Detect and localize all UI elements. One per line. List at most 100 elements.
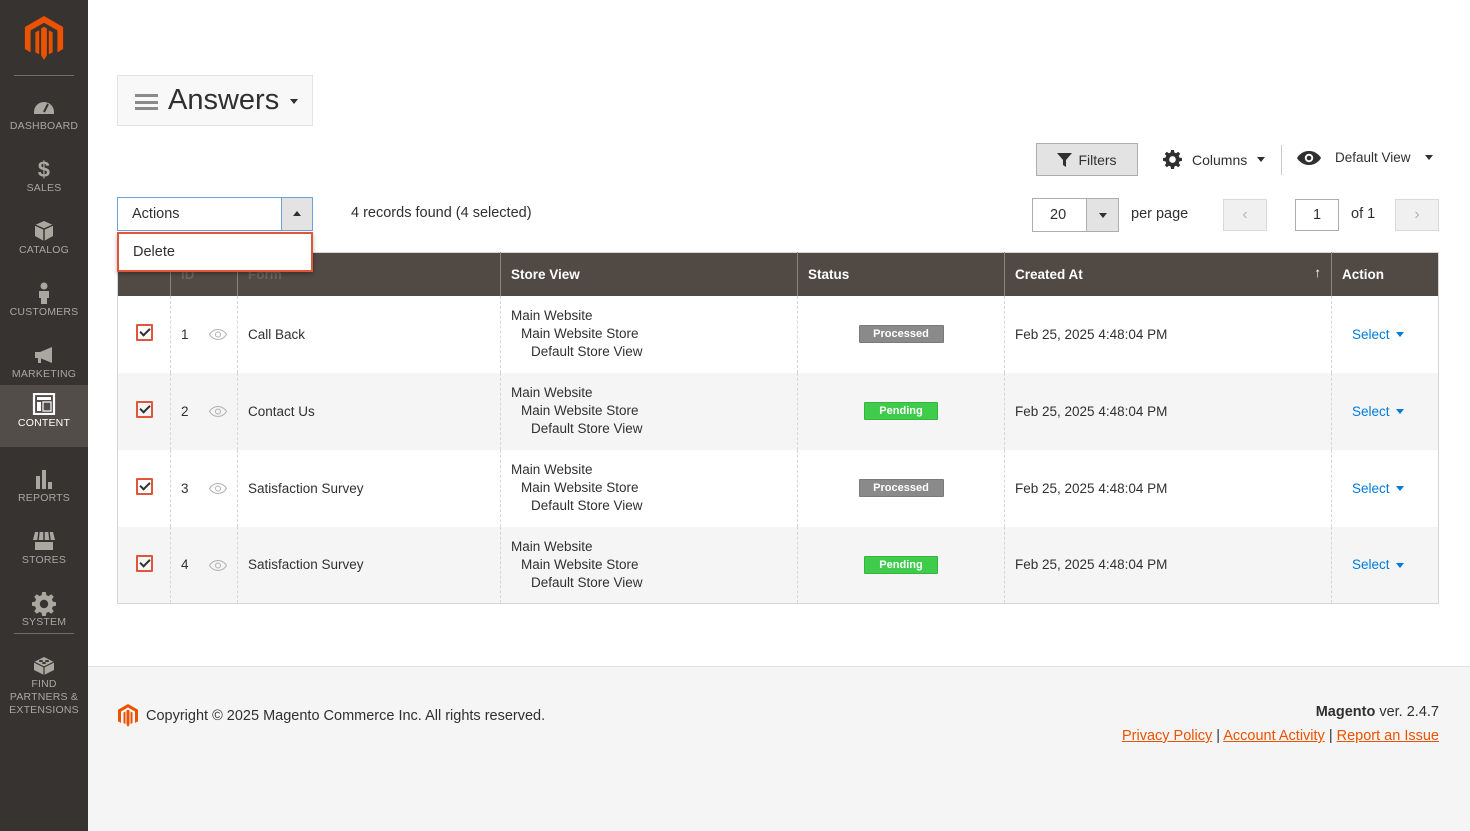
caret-down-icon [1099, 213, 1107, 218]
column-header-status[interactable]: Status [797, 252, 1005, 296]
page-title-switcher[interactable]: Answers [117, 75, 313, 126]
row-checkbox[interactable] [136, 478, 153, 495]
filters-button[interactable]: Filters [1036, 143, 1138, 176]
store-view-cell: Main Website Main Website Store Default St… [500, 295, 798, 373]
actions-dropdown[interactable]: Actions [117, 197, 313, 231]
svg-text:$: $ [38, 158, 50, 180]
table-row: 1 Call Back Main Website Main Website Store… [117, 295, 1439, 373]
magento-logo-icon [118, 704, 138, 727]
status-badge: Processed [858, 479, 944, 497]
eye-icon[interactable] [208, 406, 227, 418]
caret-down-icon [1395, 409, 1404, 415]
sidebar-item-label: SALES [26, 182, 62, 194]
eye-icon[interactable] [208, 560, 227, 572]
select-label: Select [1352, 480, 1390, 496]
sidebar-divider [14, 633, 74, 634]
status-badge: Pending [864, 555, 938, 574]
view-switcher[interactable]: Default View [1297, 150, 1433, 165]
store-view-name: Default Store View [531, 421, 643, 436]
sidebar-item-system[interactable]: SYSTEM [0, 584, 88, 646]
sidebar-item-catalog[interactable]: CATALOG [0, 212, 88, 274]
eye-icon[interactable] [208, 329, 227, 341]
store-website: Main Website [511, 538, 593, 554]
column-header-created-at[interactable]: Created At ↑ [1004, 252, 1332, 296]
eye-icon[interactable] [208, 483, 227, 495]
sidebar-item-label: CATALOG [18, 244, 70, 256]
select-label: Select [1352, 403, 1390, 419]
copyright: Copyright © 2025 Magento Commerce Inc. A… [118, 704, 545, 727]
per-page-value: 20 [1050, 207, 1067, 223]
store-view-cell: Main Website Main Website Store Default St… [500, 449, 798, 527]
status-badge: Processed [858, 325, 944, 343]
actions-label: Actions [132, 206, 180, 222]
sidebar-item-find[interactable]: FIND PARTNERS & EXTENSIONS [0, 646, 88, 716]
row-checkbox[interactable] [136, 324, 153, 341]
version-info: Magento ver. 2.4.7 [1316, 704, 1439, 720]
sidebar-item-label: DASHBOARD [9, 120, 79, 132]
sidebar-item-dashboard[interactable]: DASHBOARD [0, 88, 88, 150]
per-page-select[interactable]: 20 [1032, 198, 1119, 232]
bar-chart-icon [32, 468, 56, 490]
magento-logo-icon[interactable] [24, 16, 64, 60]
answers-grid: ID Form Store View Status Created At ↑ A… [117, 252, 1439, 604]
row-id: 2 [181, 403, 189, 419]
version-text: ver. 2.4.7 [1375, 704, 1439, 720]
brand-name: Magento [1315, 704, 1376, 720]
store-view-name: Default Store View [531, 344, 643, 359]
row-action-select[interactable]: Select [1352, 327, 1404, 342]
action-option-delete[interactable]: Delete [133, 244, 175, 260]
row-action-select[interactable]: Select [1352, 404, 1404, 419]
sidebar-item-content[interactable]: CONTENT [0, 385, 88, 447]
chevron-left-icon: ‹ [1242, 206, 1248, 223]
layout-icon [32, 392, 56, 416]
actions-toggle[interactable] [281, 198, 312, 230]
sidebar-item-reports[interactable]: REPORTS [0, 460, 88, 522]
created-at-cell: Feb 25, 2025 4:48:04 PM [1004, 449, 1332, 527]
row-select-cell [117, 372, 171, 450]
sidebar-item-label: STORES [21, 554, 67, 566]
row-action-select[interactable]: Select [1352, 557, 1404, 572]
column-header-action: Action [1331, 252, 1439, 296]
id-cell: 1 [170, 295, 238, 373]
row-action-select[interactable]: Select [1352, 481, 1404, 496]
table-row: 2 Contact Us Main Website Main Website Stor… [117, 372, 1439, 450]
row-checkbox[interactable] [136, 401, 153, 418]
caret-down-icon [1395, 486, 1404, 492]
per-page-toggle[interactable] [1086, 199, 1118, 231]
row-checkbox[interactable] [136, 554, 153, 572]
page-number-input[interactable]: 1 [1295, 199, 1339, 231]
gear-icon [32, 592, 56, 616]
report-issue-link[interactable]: Report an Issue [1337, 728, 1439, 744]
column-header-store-view[interactable]: Store View [500, 252, 798, 296]
page-total: of 1 [1351, 206, 1376, 222]
dashboard-icon [32, 96, 56, 118]
status-cell: Processed [797, 449, 1005, 527]
store-name: Main Website Store [521, 326, 639, 341]
sidebar-item-stores[interactable]: STORES [0, 522, 88, 584]
store-website: Main Website [511, 462, 593, 477]
next-page-button[interactable]: › [1395, 199, 1439, 231]
sidebar-item-label: MARKETING [11, 368, 77, 380]
privacy-policy-link[interactable]: Privacy Policy [1122, 728, 1212, 744]
previous-page-button[interactable]: ‹ [1223, 199, 1267, 231]
caret-down-icon [1424, 155, 1433, 160]
status-cell: Pending [797, 526, 1005, 604]
store-name: Main Website Store [521, 403, 639, 418]
copyright-text: Copyright © 2025 Magento Commerce Inc. A… [146, 707, 546, 724]
actions-menu: Delete [117, 232, 313, 272]
view-label: Default View [1335, 150, 1411, 165]
sidebar-item-customers[interactable]: CUSTOMERS [0, 274, 88, 336]
created-at-cell: Feb 25, 2025 4:48:04 PM [1004, 526, 1332, 604]
created-at-cell: Feb 25, 2025 4:48:04 PM [1004, 295, 1332, 373]
columns-control[interactable]: Columns [1163, 150, 1266, 169]
store-view-cell: Main Website Main Website Store Default St… [500, 372, 798, 450]
person-icon [32, 282, 56, 304]
select-label: Select [1352, 326, 1390, 342]
sidebar-item-sales[interactable]: $ SALES [0, 150, 88, 212]
row-select-cell [117, 449, 171, 527]
sidebar-divider [14, 75, 74, 76]
sidebar-item-label: SYSTEM [21, 616, 67, 628]
account-activity-link[interactable]: Account Activity [1223, 728, 1325, 744]
page-footer: Copyright © 2025 Magento Commerce Inc. A… [88, 666, 1470, 831]
store-view-name: Default Store View [531, 574, 643, 590]
